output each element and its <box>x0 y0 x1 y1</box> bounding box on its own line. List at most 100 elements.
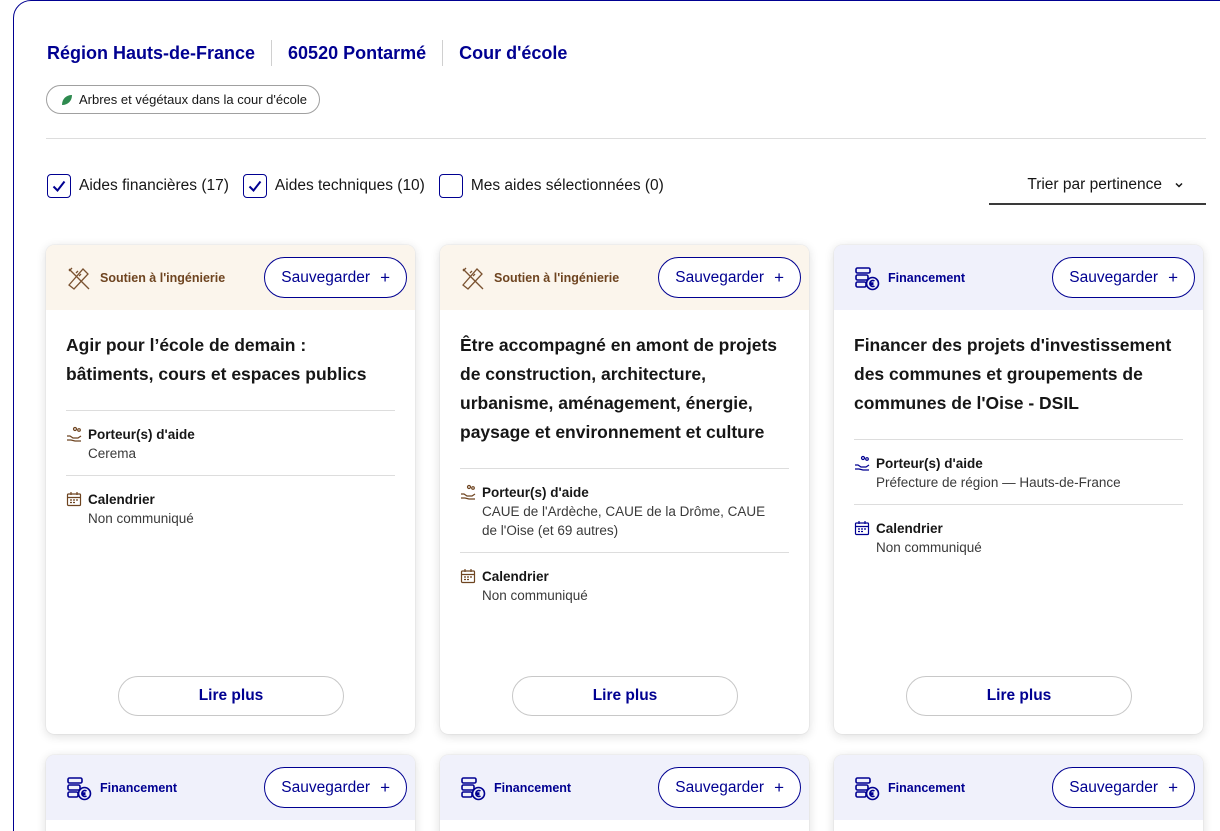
filter-label: Aides financières (17) <box>79 177 229 194</box>
plus-icon: + <box>1168 777 1178 797</box>
filter-label: Aides techniques (10) <box>274 177 425 194</box>
card-title[interactable]: Être accompagné en amont de projets de c… <box>460 331 789 447</box>
filter-label: Mes aides sélectionnées (0) <box>470 177 664 194</box>
save-label: Sauvegarder <box>1069 778 1159 796</box>
read-more-button[interactable]: Lire plus <box>118 676 344 716</box>
porteur-value: Préfecture de région — Hauts-de-France <box>876 475 1121 490</box>
calendar-icon <box>854 521 870 536</box>
coins-euro-icon <box>67 776 92 800</box>
coins-euro-icon <box>855 266 880 290</box>
card-body: Financer des projets d'investissement de… <box>834 310 1203 569</box>
plus-icon: + <box>1168 267 1178 287</box>
save-button[interactable]: Sauvegarder + <box>1052 257 1195 298</box>
aid-card[interactable]: Soutien à l'ingénierie Sauvegarder + Être… <box>440 245 809 734</box>
card-header: Financement Sauvegarder + <box>834 245 1203 310</box>
calendrier-section: Calendrier Non communiqué <box>460 553 789 617</box>
calendrier-section: Calendrier Non communiqué <box>854 505 1183 569</box>
porteur-label: Porteur(s) d'aide <box>88 427 195 442</box>
card-category: Financement <box>888 780 966 795</box>
coins-euro-icon <box>855 776 880 800</box>
leaf-icon <box>62 94 72 105</box>
calendrier-label: Calendrier <box>482 569 549 584</box>
save-button[interactable]: Sauvegarder + <box>264 767 407 808</box>
checkbox-unchecked[interactable] <box>438 174 463 198</box>
plus-icon: + <box>774 267 784 287</box>
hand-people-icon <box>855 455 870 471</box>
calendar-icon <box>460 569 476 584</box>
card-title[interactable]: Financer des projets d'investissement de… <box>854 331 1183 418</box>
divider <box>46 138 1206 139</box>
card-header: Financement Sauvegarder + <box>440 755 809 820</box>
breadcrumb-separator <box>442 40 444 66</box>
save-label: Sauvegarder <box>675 268 765 286</box>
calendrier-label: Calendrier <box>876 521 943 536</box>
card-body: Être accompagné en amont de projets de c… <box>440 310 809 617</box>
hand-people-icon <box>67 426 82 442</box>
save-label: Sauvegarder <box>281 268 371 286</box>
card-category: Financement <box>888 270 966 285</box>
card-category: Financement <box>494 780 572 795</box>
card-header: Soutien à l'ingénierie Sauvegarder + <box>440 245 809 310</box>
save-button[interactable]: Sauvegarder + <box>658 257 801 298</box>
plus-icon: + <box>774 777 784 797</box>
card-body: Agir pour l’école de demain : bâtiments,… <box>46 310 415 540</box>
read-more-button[interactable]: Lire plus <box>906 676 1132 716</box>
checkbox-checked[interactable] <box>47 174 71 198</box>
aid-card[interactable]: Financement Sauvegarder + <box>440 755 809 831</box>
aid-card[interactable]: Financement Sauvegarder + <box>46 755 415 831</box>
read-more-button[interactable]: Lire plus <box>512 676 738 716</box>
theme-tag: Arbres et végétaux dans la cour d'école <box>46 85 320 114</box>
porteur-label: Porteur(s) d'aide <box>876 456 983 471</box>
save-button[interactable]: Sauvegarder + <box>658 767 801 808</box>
filter-aides-techniques[interactable]: Aides techniques (10) <box>242 174 425 198</box>
breadcrumb: Région Hauts-de-France 60520 Pontarmé Co… <box>47 40 567 66</box>
porteur-value: CAUE de l'Ardèche, CAUE de la Drôme, CAU… <box>482 504 766 538</box>
card-category: Soutien à l'ingénierie <box>494 270 620 285</box>
porteur-section: Porteur(s) d'aide Préfecture de région —… <box>854 440 1183 504</box>
breadcrumb-project[interactable]: Cour d'école <box>459 43 567 64</box>
filter-aides-financieres[interactable]: Aides financières (17) <box>47 174 229 198</box>
card-header: Financement Sauvegarder + <box>834 755 1203 820</box>
drafting-tools-icon <box>68 267 90 290</box>
porteur-section: Porteur(s) d'aide CAUE de l'Ardèche, CAU… <box>460 469 789 552</box>
aid-card[interactable]: Financement Sauvegarder + <box>834 755 1203 831</box>
save-label: Sauvegarder <box>1069 268 1159 286</box>
breadcrumb-commune[interactable]: 60520 Pontarmé <box>288 43 426 64</box>
card-category: Financement <box>100 780 178 795</box>
aid-card[interactable]: Soutien à l'ingénierie Sauvegarder + Agir… <box>46 245 415 734</box>
aid-card[interactable]: Financement Sauvegarder + Financer des pr… <box>834 245 1203 734</box>
calendrier-value: Non communiqué <box>482 588 588 603</box>
breadcrumb-separator <box>271 40 273 66</box>
drafting-tools-icon <box>462 267 484 290</box>
chevron-down-icon <box>1175 182 1183 188</box>
porteur-label: Porteur(s) d'aide <box>482 485 589 500</box>
breadcrumb-region[interactable]: Région Hauts-de-France <box>47 43 255 64</box>
hand-people-icon <box>461 484 476 500</box>
calendar-icon <box>66 492 82 507</box>
save-button[interactable]: Sauvegarder + <box>264 257 407 298</box>
save-button[interactable]: Sauvegarder + <box>1052 767 1195 808</box>
plus-icon: + <box>380 777 390 797</box>
filter-mes-aides[interactable]: Mes aides sélectionnées (0) <box>438 174 664 198</box>
plus-icon: + <box>380 267 390 287</box>
card-title[interactable]: Agir pour l’école de demain : bâtiments,… <box>66 331 395 389</box>
calendrier-value: Non communiqué <box>88 511 194 526</box>
filter-bar: Aides financières (17) Aides techniques … <box>47 172 678 200</box>
check-icon <box>52 180 66 193</box>
sort-select[interactable]: Trier par pertinence <box>989 167 1206 205</box>
card-category: Soutien à l'ingénierie <box>100 270 226 285</box>
calendrier-label: Calendrier <box>88 492 155 507</box>
calendrier-value: Non communiqué <box>876 540 982 555</box>
theme-tag-label: Arbres et végétaux dans la cour d'école <box>79 92 307 107</box>
coins-euro-icon <box>461 776 486 800</box>
card-header: Soutien à l'ingénierie Sauvegarder + <box>46 245 415 310</box>
card-header: Financement Sauvegarder + <box>46 755 415 820</box>
save-label: Sauvegarder <box>281 778 371 796</box>
porteur-section: Porteur(s) d'aide Cerema <box>66 411 395 475</box>
checkbox-checked[interactable] <box>242 174 267 198</box>
porteur-value: Cerema <box>88 446 137 461</box>
check-icon <box>248 180 262 193</box>
sort-label: Trier par pertinence <box>1027 176 1162 193</box>
calendrier-section: Calendrier Non communiqué <box>66 476 395 540</box>
save-label: Sauvegarder <box>675 778 765 796</box>
